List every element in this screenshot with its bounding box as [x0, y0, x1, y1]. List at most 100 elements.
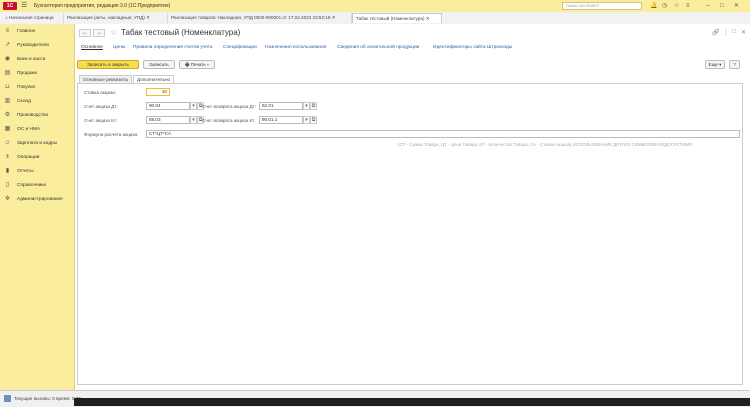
link-account-rules[interactable]: Правила определения счетов учета [133, 45, 213, 50]
sidebar-item-label: Продажи [17, 71, 38, 76]
building-icon: ▦ [4, 126, 11, 132]
sidebar-item-label: Операции [17, 155, 40, 160]
sidebar-item-reports[interactable]: ▮ Отчеты [0, 167, 74, 177]
book-icon: ▯ [5, 182, 10, 188]
close-form-icon[interactable]: ✕ [741, 29, 746, 36]
excise-rate-input[interactable]: 10 [146, 88, 170, 96]
more-icon[interactable]: ≡ [686, 2, 690, 10]
chart-icon: ↗ [4, 42, 11, 48]
return-dt-input[interactable]: 62.01 [259, 102, 303, 110]
forward-button[interactable]: → [93, 29, 105, 37]
basket-icon: ⊔ [5, 84, 10, 90]
more-label: Еще [708, 62, 718, 67]
sidebar-item-label: ОС и НМА [17, 127, 41, 132]
return-kt-open-icon[interactable]: ⧉ [310, 116, 317, 124]
menu-icon: ≡ [5, 28, 10, 34]
account-kt-dropdown-icon[interactable]: ▾ [190, 116, 197, 124]
print-label: Печать [190, 62, 206, 67]
account-kt-input[interactable]: 68.03 [146, 116, 190, 124]
sidebar-item-label: Зарплата и кадры [17, 141, 58, 146]
return-kt-label: Счет возврата акциза Кт: [202, 118, 256, 123]
close-icon[interactable]: ✕ [734, 2, 739, 10]
back-button[interactable]: ← [79, 29, 91, 37]
sidebar-item-sales[interactable]: ▤ Продажи [0, 69, 74, 79]
sidebar-item-bank[interactable]: ◉ Банк и касса [0, 55, 74, 65]
sidebar-item-manager[interactable]: ↗ Руководителю [0, 41, 74, 51]
page-title: Табак тестовый (Номенклатура) [121, 28, 241, 37]
sidebar-item-label: Банк и касса [17, 57, 46, 62]
link-prices[interactable]: Цены [113, 45, 125, 50]
tab-home[interactable]: ⌂ Начальная страница [2, 13, 64, 23]
calls-icon [4, 395, 11, 402]
sidebar-item-label: Отчеты [17, 169, 34, 174]
report-icon: ▮ [5, 168, 10, 174]
tab-sales-document[interactable]: Реализация товаров: Накладная, УПД 0000-… [168, 13, 352, 23]
sidebar-item-operations[interactable]: ± Операции [0, 153, 74, 163]
tab-home-label: Начальная страница [9, 15, 54, 20]
more-vertical-icon[interactable]: ⋮ [723, 29, 729, 36]
print-button[interactable]: 🖶 Печать ▾ [179, 60, 215, 69]
sidebar-item-production[interactable]: ⚙ Производство [0, 111, 74, 121]
return-kt-dropdown-icon[interactable]: ▾ [303, 116, 310, 124]
history-icon[interactable]: ◷ [662, 2, 667, 10]
people-icon: ☺ [4, 140, 11, 146]
link-specifications[interactable]: Спецификации [223, 45, 257, 50]
more-button[interactable]: Еще ▾ [705, 60, 725, 69]
favorite-star-icon[interactable]: ☆ [110, 28, 117, 37]
minimize-icon[interactable]: – [706, 2, 709, 10]
tab-basic-attributes[interactable]: Основные реквизиты [79, 75, 133, 83]
tab-nomenclature[interactable]: Табак тестовый (Номенклатура) ✕ [352, 13, 442, 23]
excise-rate-label: Ставка акциза: [84, 90, 117, 95]
cart-icon: ▤ [4, 70, 11, 76]
return-kt-input[interactable]: 90.01.1 [259, 116, 303, 124]
maximize-icon[interactable]: □ [720, 2, 724, 10]
bank-icon: ◉ [4, 56, 11, 62]
sidebar-item-label: Главное [17, 29, 36, 34]
link-usage[interactable]: Назначения использования [265, 45, 326, 50]
formula-label: Формула расчета акциза: [84, 132, 139, 137]
sidebar-item-assets[interactable]: ▦ ОС и НМА [0, 125, 74, 135]
bell-icon[interactable]: 🔔 [650, 2, 657, 10]
link-alcohol[interactable]: Сведения об алкогольной продукции [337, 45, 419, 50]
link-barcodes[interactable]: Штрихкоды [487, 45, 512, 50]
link-site-ids[interactable]: Идентификаторы сайта [433, 45, 486, 50]
sidebar-item-references[interactable]: ▯ Справочники [0, 181, 74, 191]
sidebar-item-label: Производство [17, 113, 49, 118]
tab-sales-list[interactable]: Реализация (акты, накладные, УПД) ✕ [64, 13, 168, 23]
maximize-icon[interactable]: □ [732, 29, 736, 35]
tab-additional[interactable]: Дополнительно [133, 75, 175, 83]
sidebar-item-label: Покупки [17, 85, 36, 90]
sidebar: ≡ Главное ↗ Руководителю ◉ Банк и касса ▤ Пр… [0, 24, 75, 390]
tab-sales-document-label: Реализация товаров: Накладная, УПД 0000-… [171, 15, 331, 20]
sidebar-item-salary[interactable]: ☺ Зарплата и кадры [0, 139, 74, 149]
return-dt-dropdown-icon[interactable]: ▾ [303, 102, 310, 110]
sidebar-item-label: Склад [17, 99, 31, 104]
return-dt-label: Счет возврата акциза Дт: [202, 104, 256, 109]
account-dt-dropdown-icon[interactable]: ▾ [190, 102, 197, 110]
link-main[interactable]: Основное [81, 45, 103, 50]
star-icon[interactable]: ☆ [674, 2, 679, 10]
account-dt-label: Счет акциза Дт: [84, 104, 118, 109]
link-icon[interactable]: 🔗 [712, 29, 719, 36]
os-taskbar [74, 398, 750, 406]
search-input[interactable]: Поиск Ctrl+Shift+F [562, 2, 642, 10]
sidebar-item-admin[interactable]: ✲ Администрирование [0, 195, 74, 205]
main-menu-icon[interactable]: ☰ [21, 2, 27, 10]
form-area: ← → ☆ Табак тестовый (Номенклатура) 🔗 ⋮ … [75, 24, 750, 390]
sidebar-item-purchases[interactable]: ⊔ Покупки [0, 83, 74, 93]
sidebar-item-label: Справочники [17, 183, 47, 188]
sidebar-item-main[interactable]: ≡ Главное [0, 27, 74, 37]
formula-input[interactable]: СТ*ЦТ*СА [146, 130, 740, 138]
return-dt-open-icon[interactable]: ⧉ [310, 102, 317, 110]
help-button[interactable]: ? [729, 60, 740, 69]
app-logo: 1С [3, 2, 17, 10]
status-text: Текущие вызовы: 0 время: 0.00 [14, 396, 81, 401]
account-dt-input[interactable]: 90.04 [146, 102, 190, 110]
save-button[interactable]: Записать [143, 60, 175, 69]
save-and-close-button[interactable]: Записать и закрыть [77, 60, 139, 69]
sidebar-item-label: Администрирование [17, 197, 63, 202]
additional-panel: Ставка акциза: 10 Счет акциза Дт: 90.04 … [77, 83, 743, 385]
sidebar-item-warehouse[interactable]: ▥ Склад [0, 97, 74, 107]
app-title: Бухгалтерия предприятия, редакция 3.0 (1… [34, 3, 171, 9]
tab-sales-list-label: Реализация (акты, накладные, УПД) [67, 15, 145, 20]
